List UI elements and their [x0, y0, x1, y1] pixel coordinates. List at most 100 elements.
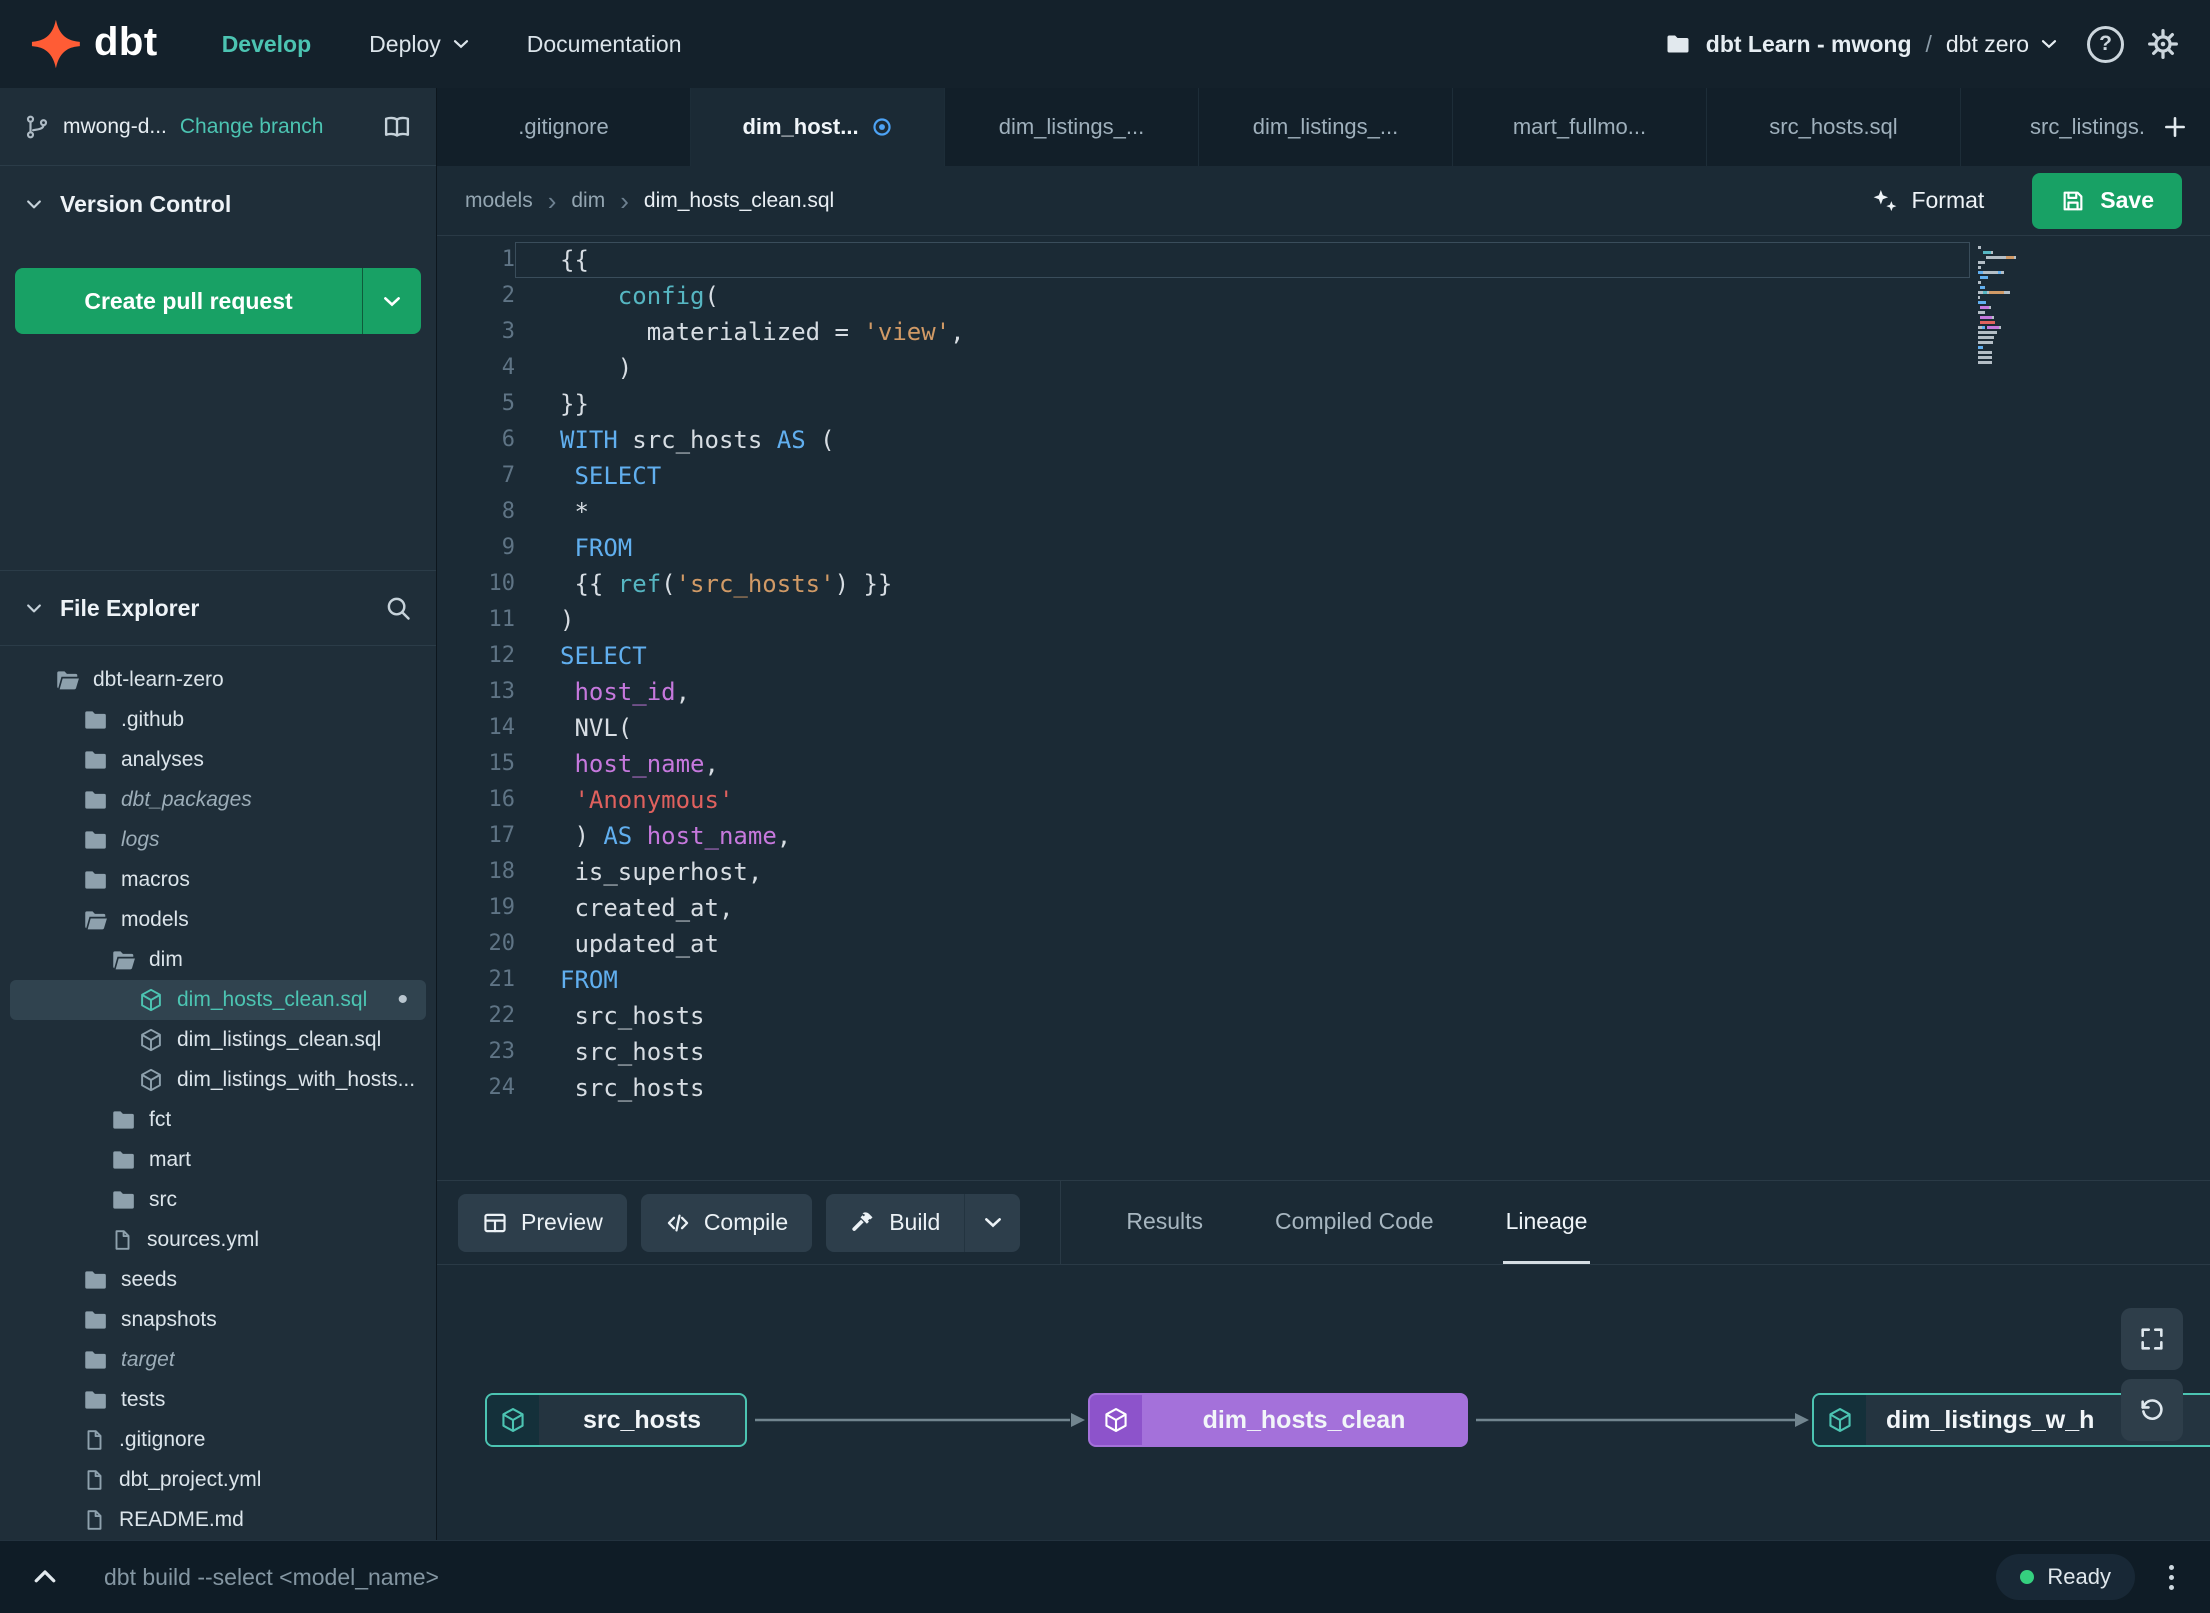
pull-request-dropdown[interactable]: [363, 268, 421, 334]
code-line[interactable]: 2 config(: [437, 278, 2210, 314]
code-line[interactable]: 20 updated_at: [437, 926, 2210, 962]
file-tree-item[interactable]: mart: [10, 1140, 426, 1180]
nav-deploy[interactable]: Deploy: [369, 31, 469, 58]
create-pull-request-label[interactable]: Create pull request: [15, 268, 363, 334]
build-dropdown[interactable]: [964, 1193, 1021, 1252]
plus-icon: [2165, 117, 2185, 137]
breadcrumb-models[interactable]: models: [465, 189, 533, 213]
file-tree-item[interactable]: dbt_packages: [10, 780, 426, 820]
help-icon[interactable]: ?: [2087, 25, 2124, 63]
editor-tab[interactable]: dim_listings_...: [945, 88, 1199, 166]
file-tree-item[interactable]: macros: [10, 860, 426, 900]
code-line[interactable]: 4 ): [437, 350, 2210, 386]
file-tree-item[interactable]: src: [10, 1180, 426, 1220]
branch-name[interactable]: mwong-d...: [63, 115, 167, 139]
code-line[interactable]: 23 src_hosts: [437, 1034, 2210, 1070]
code-line[interactable]: 24 src_hosts: [437, 1070, 2210, 1106]
command-input[interactable]: dbt build --select <model_name>: [104, 1564, 439, 1591]
breadcrumb-dim[interactable]: dim: [571, 189, 605, 213]
file-tree-item[interactable]: seeds: [10, 1260, 426, 1300]
code-line[interactable]: 5}}: [437, 386, 2210, 422]
file-tree-item[interactable]: snapshots: [10, 1300, 426, 1340]
code-line[interactable]: 12 SELECT: [437, 638, 2210, 674]
file-tree-item[interactable]: dbt-learn-zero: [10, 660, 426, 700]
code-line[interactable]: 15 host_name,: [437, 746, 2210, 782]
file-tree-item[interactable]: target: [10, 1340, 426, 1380]
file-icon: [82, 1428, 106, 1452]
save-button[interactable]: Save: [2032, 172, 2182, 229]
chevron-up-icon[interactable]: [30, 1562, 60, 1592]
editor-tab[interactable]: .gitignore: [437, 88, 691, 166]
file-tree-item[interactable]: dim: [10, 940, 426, 980]
file-tree-item[interactable]: analyses: [10, 740, 426, 780]
folder-icon: [82, 747, 108, 773]
build-button[interactable]: Build: [826, 1193, 965, 1252]
change-branch-link[interactable]: Change branch: [180, 115, 324, 139]
nav-develop[interactable]: Develop: [222, 31, 311, 58]
code-line[interactable]: 3 materialized = 'view',: [437, 314, 2210, 350]
tab-compiled-code[interactable]: Compiled Code: [1272, 1181, 1437, 1264]
code-line[interactable]: 14 NVL(: [437, 710, 2210, 746]
compile-button[interactable]: Compile: [640, 1193, 813, 1252]
code-line[interactable]: 10 {{ ref('src_hosts') }}: [437, 566, 2210, 602]
search-icon[interactable]: [384, 594, 412, 622]
editor-tab[interactable]: mart_fullmo...: [1453, 88, 1707, 166]
new-tab-button[interactable]: [2152, 104, 2198, 150]
code-text: FROM: [574, 534, 633, 562]
code-line[interactable]: 9 FROM: [437, 530, 2210, 566]
code-line[interactable]: 8 *: [437, 494, 2210, 530]
kebab-menu-icon[interactable]: [2163, 1559, 2180, 1596]
code-line[interactable]: 16 'Anonymous': [437, 782, 2210, 818]
file-tree-item[interactable]: models: [10, 900, 426, 940]
reset-view-button[interactable]: [2121, 1379, 2183, 1441]
fullscreen-button[interactable]: [2121, 1308, 2183, 1370]
editor-tab[interactable]: dim_listings_...: [1199, 88, 1453, 166]
code-line[interactable]: 21 FROM: [437, 962, 2210, 998]
code-line[interactable]: 11): [437, 602, 2210, 638]
environment-selector[interactable]: dbt zero: [1946, 31, 2057, 58]
create-pull-request-button[interactable]: Create pull request: [15, 268, 421, 334]
code-line[interactable]: 18 is_superhost,: [437, 854, 2210, 890]
code-line[interactable]: 1{{: [437, 242, 2210, 278]
tab-results[interactable]: Results: [1123, 1181, 1206, 1264]
file-tree-item[interactable]: sources.yml: [10, 1220, 426, 1260]
dbt-logo[interactable]: dbt: [30, 18, 158, 70]
file-tree-item[interactable]: README.md: [10, 1500, 426, 1540]
file-tree-item[interactable]: dim_listings_clean.sql: [10, 1020, 426, 1060]
file-explorer-header[interactable]: File Explorer: [0, 570, 436, 646]
file-tree-item[interactable]: fct: [10, 1100, 426, 1140]
code-editor[interactable]: 1{{2 config(3 materialized = 'view', 4 ) 5…: [437, 236, 2210, 1180]
minimap[interactable]: [1978, 246, 2040, 366]
code-line[interactable]: 7 SELECT: [437, 458, 2210, 494]
code-line[interactable]: 17 ) AS host_name,: [437, 818, 2210, 854]
file-tree-item[interactable]: dbt_project.yml: [10, 1460, 426, 1500]
gear-icon[interactable]: [2146, 27, 2180, 61]
lineage-panel[interactable]: src_hosts dim_hosts_clean dim_listings_w…: [437, 1265, 2210, 1540]
file-tree-item[interactable]: tests: [10, 1380, 426, 1420]
code-line[interactable]: 22 src_hosts: [437, 998, 2210, 1034]
project-name[interactable]: dbt Learn - mwong: [1706, 31, 1912, 58]
code-line[interactable]: 6 WITH src_hosts AS (: [437, 422, 2210, 458]
code-line[interactable]: 19 created_at,: [437, 890, 2210, 926]
file-tree-item[interactable]: .gitignore: [10, 1420, 426, 1460]
tab-lineage[interactable]: Lineage: [1502, 1181, 1591, 1264]
editor-tab[interactable]: dim_host...: [691, 88, 945, 166]
code-line[interactable]: 13 host_id,: [437, 674, 2210, 710]
preview-button[interactable]: Preview: [458, 1193, 627, 1252]
file-tree-item[interactable]: dim_hosts_clean.sql •: [10, 980, 426, 1020]
format-button[interactable]: Format: [1870, 187, 1984, 215]
lineage-node-src-hosts[interactable]: src_hosts: [485, 1393, 747, 1447]
editor-tab[interactable]: src_hosts.sql: [1707, 88, 1961, 166]
git-branch-icon: [24, 114, 50, 140]
file-tree-item[interactable]: logs: [10, 820, 426, 860]
tab-label: .gitignore: [518, 114, 609, 139]
file-tree-label: dim: [149, 948, 183, 971]
lineage-node-dim-hosts-clean[interactable]: dim_hosts_clean: [1088, 1393, 1468, 1447]
file-tree-item[interactable]: dim_listings_with_hosts...: [10, 1060, 426, 1100]
file-tree-item[interactable]: .github: [10, 700, 426, 740]
docs-book-icon[interactable]: [382, 112, 412, 142]
format-label: Format: [1911, 187, 1985, 213]
version-control-header[interactable]: Version Control: [0, 166, 436, 242]
nav-documentation[interactable]: Documentation: [527, 31, 682, 58]
line-number: 10: [488, 571, 516, 596]
